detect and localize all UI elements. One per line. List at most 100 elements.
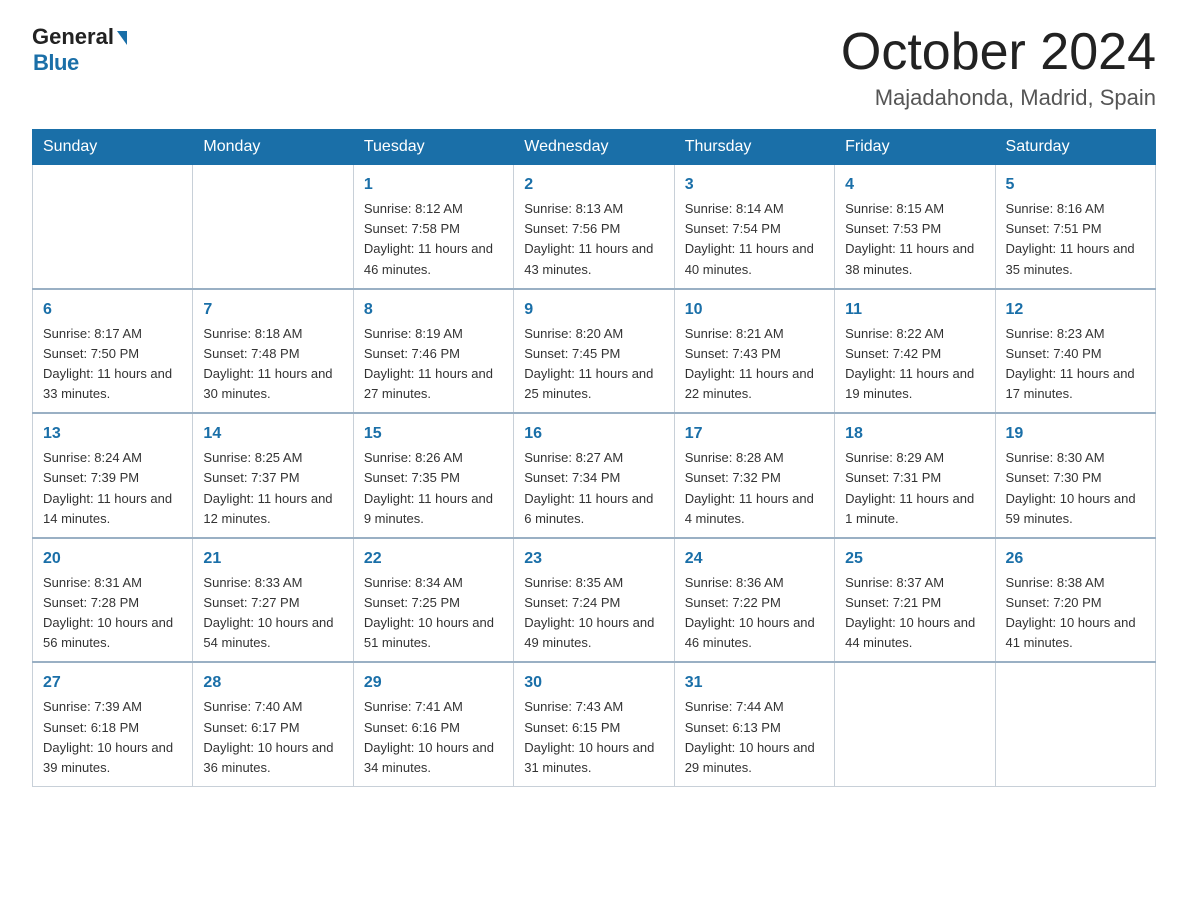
- day-number: 8: [364, 298, 503, 322]
- day-number: 2: [524, 173, 663, 197]
- calendar-cell: 14Sunrise: 8:25 AM Sunset: 7:37 PM Dayli…: [193, 413, 353, 538]
- calendar-cell: 27Sunrise: 7:39 AM Sunset: 6:18 PM Dayli…: [33, 662, 193, 786]
- calendar-cell: 12Sunrise: 8:23 AM Sunset: 7:40 PM Dayli…: [995, 289, 1155, 414]
- day-number: 18: [845, 422, 984, 446]
- column-header-tuesday: Tuesday: [353, 130, 513, 165]
- calendar-cell: 15Sunrise: 8:26 AM Sunset: 7:35 PM Dayli…: [353, 413, 513, 538]
- calendar-cell: 9Sunrise: 8:20 AM Sunset: 7:45 PM Daylig…: [514, 289, 674, 414]
- calendar-cell: 31Sunrise: 7:44 AM Sunset: 6:13 PM Dayli…: [674, 662, 834, 786]
- calendar-cell: 17Sunrise: 8:28 AM Sunset: 7:32 PM Dayli…: [674, 413, 834, 538]
- page-header: General Blue October 2024 Majadahonda, M…: [32, 24, 1156, 111]
- calendar-cell: 1Sunrise: 8:12 AM Sunset: 7:58 PM Daylig…: [353, 165, 513, 289]
- day-number: 3: [685, 173, 824, 197]
- day-info: Sunrise: 8:37 AM Sunset: 7:21 PM Dayligh…: [845, 573, 984, 654]
- calendar-cell: 28Sunrise: 7:40 AM Sunset: 6:17 PM Dayli…: [193, 662, 353, 786]
- calendar-cell: 30Sunrise: 7:43 AM Sunset: 6:15 PM Dayli…: [514, 662, 674, 786]
- column-header-sunday: Sunday: [33, 130, 193, 165]
- calendar-week-row: 1Sunrise: 8:12 AM Sunset: 7:58 PM Daylig…: [33, 165, 1156, 289]
- day-number: 10: [685, 298, 824, 322]
- day-number: 28: [203, 671, 342, 695]
- calendar-cell: [835, 662, 995, 786]
- day-number: 21: [203, 547, 342, 571]
- column-header-wednesday: Wednesday: [514, 130, 674, 165]
- calendar-cell: 20Sunrise: 8:31 AM Sunset: 7:28 PM Dayli…: [33, 538, 193, 663]
- day-number: 13: [43, 422, 182, 446]
- day-number: 31: [685, 671, 824, 695]
- day-info: Sunrise: 8:12 AM Sunset: 7:58 PM Dayligh…: [364, 199, 503, 280]
- calendar-cell: 5Sunrise: 8:16 AM Sunset: 7:51 PM Daylig…: [995, 165, 1155, 289]
- day-number: 29: [364, 671, 503, 695]
- day-info: Sunrise: 7:44 AM Sunset: 6:13 PM Dayligh…: [685, 697, 824, 778]
- day-info: Sunrise: 8:17 AM Sunset: 7:50 PM Dayligh…: [43, 324, 182, 405]
- day-number: 15: [364, 422, 503, 446]
- day-number: 1: [364, 173, 503, 197]
- day-info: Sunrise: 8:14 AM Sunset: 7:54 PM Dayligh…: [685, 199, 824, 280]
- day-info: Sunrise: 8:16 AM Sunset: 7:51 PM Dayligh…: [1006, 199, 1145, 280]
- day-number: 6: [43, 298, 182, 322]
- column-header-friday: Friday: [835, 130, 995, 165]
- calendar-cell: [33, 165, 193, 289]
- day-info: Sunrise: 8:36 AM Sunset: 7:22 PM Dayligh…: [685, 573, 824, 654]
- day-info: Sunrise: 8:29 AM Sunset: 7:31 PM Dayligh…: [845, 448, 984, 529]
- calendar-cell: 2Sunrise: 8:13 AM Sunset: 7:56 PM Daylig…: [514, 165, 674, 289]
- calendar-cell: 19Sunrise: 8:30 AM Sunset: 7:30 PM Dayli…: [995, 413, 1155, 538]
- day-info: Sunrise: 7:40 AM Sunset: 6:17 PM Dayligh…: [203, 697, 342, 778]
- logo-blue-text: Blue: [33, 50, 79, 76]
- day-info: Sunrise: 8:25 AM Sunset: 7:37 PM Dayligh…: [203, 448, 342, 529]
- calendar-week-row: 20Sunrise: 8:31 AM Sunset: 7:28 PM Dayli…: [33, 538, 1156, 663]
- day-number: 16: [524, 422, 663, 446]
- column-header-monday: Monday: [193, 130, 353, 165]
- day-number: 22: [364, 547, 503, 571]
- day-info: Sunrise: 8:21 AM Sunset: 7:43 PM Dayligh…: [685, 324, 824, 405]
- calendar-cell: 24Sunrise: 8:36 AM Sunset: 7:22 PM Dayli…: [674, 538, 834, 663]
- calendar-title: October 2024: [841, 24, 1156, 81]
- day-number: 23: [524, 547, 663, 571]
- title-block: October 2024 Majadahonda, Madrid, Spain: [841, 24, 1156, 111]
- calendar-cell: 3Sunrise: 8:14 AM Sunset: 7:54 PM Daylig…: [674, 165, 834, 289]
- day-info: Sunrise: 8:34 AM Sunset: 7:25 PM Dayligh…: [364, 573, 503, 654]
- calendar-cell: 6Sunrise: 8:17 AM Sunset: 7:50 PM Daylig…: [33, 289, 193, 414]
- day-info: Sunrise: 8:35 AM Sunset: 7:24 PM Dayligh…: [524, 573, 663, 654]
- calendar-cell: 18Sunrise: 8:29 AM Sunset: 7:31 PM Dayli…: [835, 413, 995, 538]
- calendar-cell: 11Sunrise: 8:22 AM Sunset: 7:42 PM Dayli…: [835, 289, 995, 414]
- calendar-cell: 8Sunrise: 8:19 AM Sunset: 7:46 PM Daylig…: [353, 289, 513, 414]
- day-info: Sunrise: 8:22 AM Sunset: 7:42 PM Dayligh…: [845, 324, 984, 405]
- day-number: 19: [1006, 422, 1145, 446]
- day-number: 7: [203, 298, 342, 322]
- day-info: Sunrise: 8:18 AM Sunset: 7:48 PM Dayligh…: [203, 324, 342, 405]
- day-info: Sunrise: 8:23 AM Sunset: 7:40 PM Dayligh…: [1006, 324, 1145, 405]
- calendar-cell: [995, 662, 1155, 786]
- calendar-cell: 25Sunrise: 8:37 AM Sunset: 7:21 PM Dayli…: [835, 538, 995, 663]
- calendar-table: SundayMondayTuesdayWednesdayThursdayFrid…: [32, 129, 1156, 787]
- logo-general-text: General: [32, 24, 114, 50]
- column-header-thursday: Thursday: [674, 130, 834, 165]
- day-info: Sunrise: 8:33 AM Sunset: 7:27 PM Dayligh…: [203, 573, 342, 654]
- calendar-cell: 29Sunrise: 7:41 AM Sunset: 6:16 PM Dayli…: [353, 662, 513, 786]
- day-number: 5: [1006, 173, 1145, 197]
- calendar-cell: 16Sunrise: 8:27 AM Sunset: 7:34 PM Dayli…: [514, 413, 674, 538]
- day-info: Sunrise: 8:24 AM Sunset: 7:39 PM Dayligh…: [43, 448, 182, 529]
- day-info: Sunrise: 8:26 AM Sunset: 7:35 PM Dayligh…: [364, 448, 503, 529]
- calendar-cell: 13Sunrise: 8:24 AM Sunset: 7:39 PM Dayli…: [33, 413, 193, 538]
- day-number: 25: [845, 547, 984, 571]
- day-info: Sunrise: 7:39 AM Sunset: 6:18 PM Dayligh…: [43, 697, 182, 778]
- calendar-cell: 23Sunrise: 8:35 AM Sunset: 7:24 PM Dayli…: [514, 538, 674, 663]
- day-number: 26: [1006, 547, 1145, 571]
- column-header-saturday: Saturday: [995, 130, 1155, 165]
- day-info: Sunrise: 8:28 AM Sunset: 7:32 PM Dayligh…: [685, 448, 824, 529]
- day-info: Sunrise: 8:15 AM Sunset: 7:53 PM Dayligh…: [845, 199, 984, 280]
- day-number: 17: [685, 422, 824, 446]
- day-number: 11: [845, 298, 984, 322]
- day-info: Sunrise: 8:19 AM Sunset: 7:46 PM Dayligh…: [364, 324, 503, 405]
- logo-arrow-icon: [117, 31, 127, 45]
- calendar-cell: 26Sunrise: 8:38 AM Sunset: 7:20 PM Dayli…: [995, 538, 1155, 663]
- day-info: Sunrise: 8:30 AM Sunset: 7:30 PM Dayligh…: [1006, 448, 1145, 529]
- calendar-cell: 7Sunrise: 8:18 AM Sunset: 7:48 PM Daylig…: [193, 289, 353, 414]
- day-info: Sunrise: 8:38 AM Sunset: 7:20 PM Dayligh…: [1006, 573, 1145, 654]
- day-number: 4: [845, 173, 984, 197]
- calendar-header-row: SundayMondayTuesdayWednesdayThursdayFrid…: [33, 130, 1156, 165]
- day-number: 20: [43, 547, 182, 571]
- day-info: Sunrise: 7:41 AM Sunset: 6:16 PM Dayligh…: [364, 697, 503, 778]
- calendar-week-row: 27Sunrise: 7:39 AM Sunset: 6:18 PM Dayli…: [33, 662, 1156, 786]
- calendar-cell: 21Sunrise: 8:33 AM Sunset: 7:27 PM Dayli…: [193, 538, 353, 663]
